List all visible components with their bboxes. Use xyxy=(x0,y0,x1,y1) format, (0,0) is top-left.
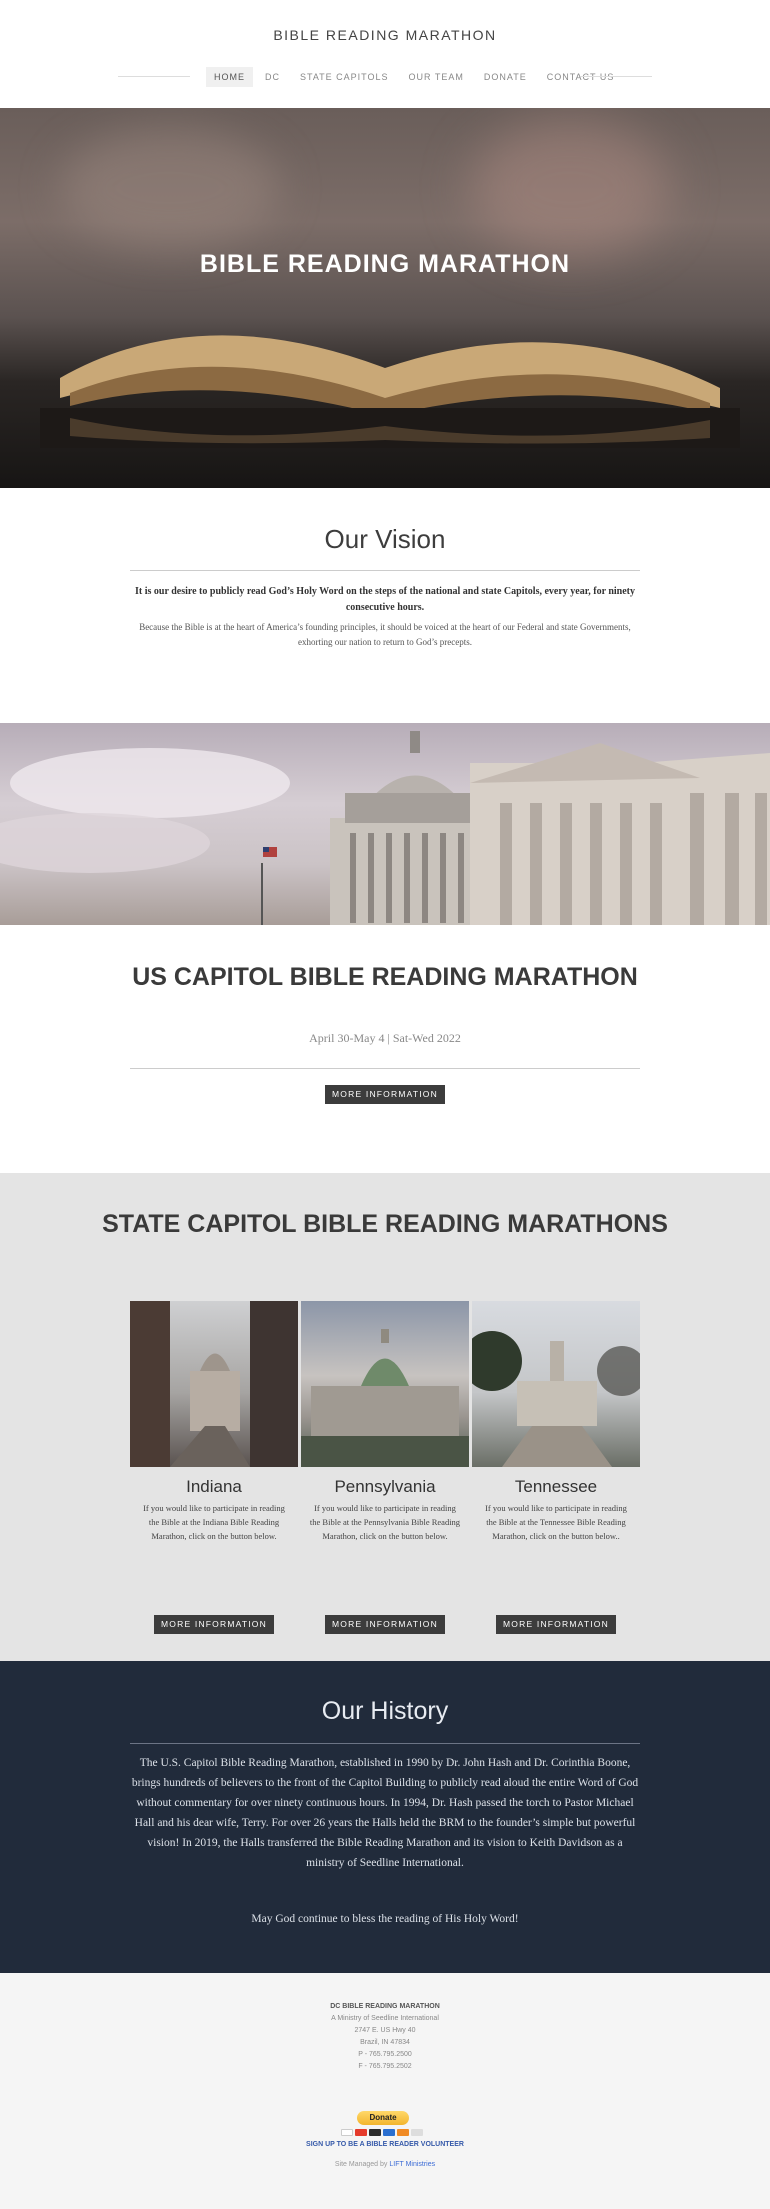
history-description: The U.S. Capitol Bible Reading Marathon,… xyxy=(131,1757,639,1869)
us-capitol-image xyxy=(0,723,770,925)
mastercard-icon xyxy=(355,2129,367,2136)
open-bible-image xyxy=(40,335,740,448)
us-capitol-title: US CAPITOL BIBLE READING MARATHON xyxy=(132,963,638,991)
tennessee-capitol-illustration xyxy=(472,1331,640,1467)
footer-org-name: DC BIBLE READING MARATHON xyxy=(330,2003,440,2010)
nav-item-contact-us[interactable]: CONTACT US xyxy=(539,67,623,87)
footer-ministry-line: A Ministry of Seedline International xyxy=(331,2015,439,2022)
us-capitol-date: April 30-May 4 | Sat-Wed 2022 xyxy=(309,1031,461,1045)
state-card-pennsylvania: Pennsylvania If you would like to partic… xyxy=(301,1301,469,1634)
nav-item-state-capitols[interactable]: STATE CAPITOLS xyxy=(292,67,397,87)
site-footer: DC BIBLE READING MARATHON A Ministry of … xyxy=(0,1973,770,2209)
us-capitol-divider xyxy=(130,1068,640,1069)
indiana-description: If you would like to participate in read… xyxy=(143,1503,285,1541)
pennsylvania-capitol-image xyxy=(301,1301,469,1467)
tennessee-description: If you would like to participate in read… xyxy=(485,1503,627,1541)
footer-address-city: Brazil, IN 47834 xyxy=(360,2039,410,2046)
donate-button[interactable]: Donate xyxy=(357,2111,409,2125)
tennessee-capitol-image xyxy=(472,1301,640,1467)
nav-item-home[interactable]: HOME xyxy=(206,67,253,87)
site-managed-by: Site Managed by LIFT Ministries xyxy=(0,2161,770,2168)
footer-phone: P - 765.795.2500 xyxy=(358,2051,412,2058)
pennsylvania-capitol-illustration xyxy=(301,1329,469,1467)
managed-by-label: Site Managed by xyxy=(334,2161,388,2168)
pennsylvania-more-info-button[interactable]: MORE INFORMATION xyxy=(325,1615,445,1634)
hero-background-blur xyxy=(470,118,670,258)
nav-item-our-team[interactable]: OUR TEAM xyxy=(401,67,472,87)
discover-icon xyxy=(397,2129,409,2136)
payment-cards-icons xyxy=(341,2129,423,2136)
indiana-more-info-button[interactable]: MORE INFORMATION xyxy=(154,1615,274,1634)
pennsylvania-description: If you would like to participate in read… xyxy=(309,1503,461,1541)
nav-items: HOME DC STATE CAPITOLS OUR TEAM DONATE C… xyxy=(206,67,622,87)
nav-divider-left xyxy=(118,76,190,77)
nav-divider-right xyxy=(580,76,652,77)
bank-card-icon xyxy=(369,2129,381,2136)
hero-background-blur xyxy=(60,128,280,248)
nav-item-dc[interactable]: DC xyxy=(257,67,288,87)
state-card-tennessee: Tennessee If you would like to participa… xyxy=(472,1301,640,1634)
volunteer-signup-link[interactable]: SIGN UP TO BE A BIBLE READER VOLUNTEER xyxy=(0,2141,770,2148)
indiana-title: Indiana xyxy=(186,1477,242,1496)
tennessee-more-info-button[interactable]: MORE INFORMATION xyxy=(496,1615,616,1634)
state-capitols-title: STATE CAPITOL BIBLE READING MARATHONS xyxy=(102,1210,668,1238)
pennsylvania-title: Pennsylvania xyxy=(334,1477,436,1496)
vision-statement: It is our desire to publicly read God’s … xyxy=(134,586,636,613)
site-header: BIBLE READING MARATHON HOME DC STATE CAP… xyxy=(0,0,770,108)
lift-ministries-link[interactable]: LIFT Ministries xyxy=(389,2161,435,2168)
hero-banner: BIBLE READING MARATHON xyxy=(0,108,770,488)
state-capitols-section: STATE CAPITOL BIBLE READING MARATHONS In… xyxy=(0,1173,770,1661)
us-capitol-more-info-button[interactable]: MORE INFORMATION xyxy=(325,1085,445,1104)
visa-icon xyxy=(341,2129,353,2136)
generic-card-icon xyxy=(411,2129,423,2136)
vision-section: Our Vision It is our desire to publicly … xyxy=(0,488,770,723)
footer-fax: F - 765.795.2502 xyxy=(358,2063,412,2070)
state-card-indiana: Indiana If you would like to participate… xyxy=(130,1301,298,1634)
vision-description: Because the Bible is at the heart of Ame… xyxy=(139,622,631,647)
site-title[interactable]: BIBLE READING MARATHON xyxy=(0,27,770,43)
capitol-building-illustration xyxy=(0,731,770,925)
tennessee-title: Tennessee xyxy=(514,1477,598,1496)
history-blessing: May God continue to bless the reading of… xyxy=(251,1913,519,1925)
indiana-street-illustration xyxy=(130,1301,298,1467)
main-nav: HOME DC STATE CAPITOLS OUR TEAM DONATE C… xyxy=(0,67,770,87)
nav-item-donate[interactable]: DONATE xyxy=(476,67,535,87)
history-section: Our History The U.S. Capitol Bible Readi… xyxy=(0,1661,770,1973)
vision-divider xyxy=(130,570,640,571)
footer-address-street: 2747 E. US Hwy 40 xyxy=(354,2027,416,2034)
hero-title: BIBLE READING MARATHON xyxy=(199,250,571,278)
history-divider xyxy=(130,1743,640,1744)
vision-title: Our Vision xyxy=(324,524,446,554)
amex-icon xyxy=(383,2129,395,2136)
indiana-capitol-image xyxy=(130,1301,298,1467)
us-capitol-section: US CAPITOL BIBLE READING MARATHON April … xyxy=(0,925,770,1173)
history-title: Our History xyxy=(321,1697,449,1725)
